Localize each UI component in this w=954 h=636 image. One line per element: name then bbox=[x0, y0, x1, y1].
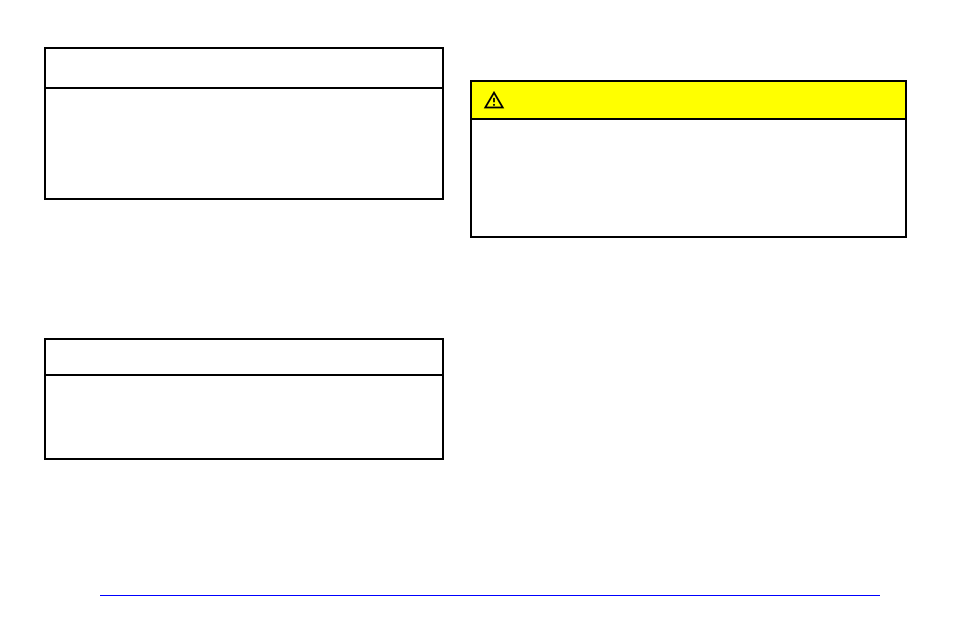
info-box-1-header bbox=[46, 49, 442, 89]
warning-box-body bbox=[472, 120, 905, 238]
footer-divider bbox=[100, 595, 880, 596]
info-box-2-header bbox=[46, 340, 442, 376]
info-box-2 bbox=[44, 338, 444, 460]
info-box-1 bbox=[44, 47, 444, 200]
warning-box bbox=[470, 80, 907, 238]
info-box-1-body bbox=[46, 89, 442, 200]
warning-icon bbox=[482, 90, 506, 111]
warning-box-header bbox=[472, 82, 905, 120]
info-box-2-body bbox=[46, 376, 442, 460]
